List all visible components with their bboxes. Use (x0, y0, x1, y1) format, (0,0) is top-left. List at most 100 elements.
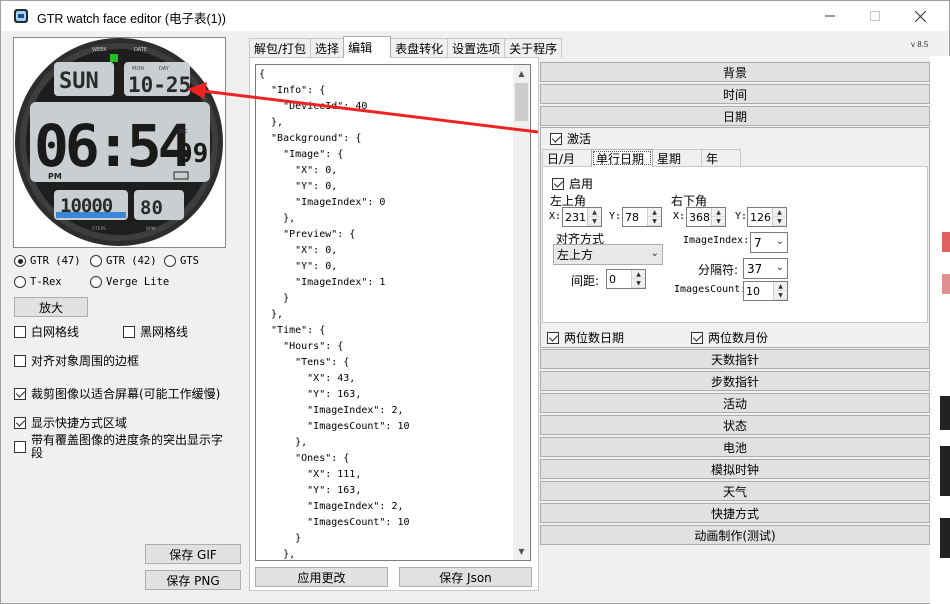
y2-value[interactable]: 126 (748, 211, 772, 224)
radio-trex-circle[interactable] (14, 276, 26, 288)
white-grid-option[interactable]: 白网格线 (14, 323, 79, 340)
tab-about[interactable]: 关于程序 (504, 38, 563, 58)
radio-trex-label: T-Rex (30, 276, 62, 288)
y2-stepper[interactable]: 126 ▲ ▼ (747, 207, 787, 227)
spacing-value[interactable]: 0 (607, 273, 631, 286)
radio-verge-lite[interactable]: Verge Lite (90, 276, 169, 288)
spacing-up-icon[interactable]: ▲ (632, 270, 645, 279)
black-grid-option[interactable]: 黑网格线 (123, 323, 188, 340)
tab-settings[interactable]: 设置选项 (447, 38, 506, 58)
y2-down-icon[interactable]: ▼ (773, 217, 786, 226)
separator-select[interactable]: 37 ⌄ (743, 258, 788, 279)
images-count-stepper[interactable]: 10 ▲ ▼ (743, 281, 788, 301)
radio-gtr47-circle[interactable] (14, 255, 26, 267)
save-gif-button[interactable]: 保存 GIF (145, 544, 241, 564)
scroll-down-icon[interactable]: ▼ (513, 543, 530, 560)
section-steps-hand-button[interactable]: 步数指针 (540, 371, 930, 391)
tab-select[interactable]: 选择 (310, 38, 345, 58)
tab-unpack[interactable]: 解包/打包 (249, 38, 312, 58)
section-day-hand-button[interactable]: 天数指针 (540, 349, 930, 369)
section-analog-clock-button[interactable]: 模拟时钟 (540, 459, 930, 479)
two-digit-day-checkbox[interactable] (547, 331, 559, 344)
crop-image-checkbox[interactable] (14, 387, 26, 400)
zoom-button[interactable]: 放大 (14, 297, 88, 317)
images-count-up-icon[interactable]: ▲ (774, 282, 787, 291)
json-editor[interactable]: { "Info": { "DeviceId": 40 }, "Backgroun… (255, 64, 531, 561)
version-label: v 8.5 (911, 40, 929, 49)
apply-changes-button[interactable]: 应用更改 (255, 567, 388, 587)
subtab-single-line-date[interactable]: 单行日期 (591, 149, 653, 167)
save-json-button[interactable]: 保存 Json (399, 567, 532, 587)
tab-edit[interactable]: 编辑 (343, 36, 392, 58)
scrollbar-thumb[interactable] (515, 83, 528, 121)
tab-convert[interactable]: 表盘转化 (390, 38, 449, 58)
minimize-button[interactable] (807, 1, 853, 31)
watch-preview[interactable]: WEEK DATE SUN MON DAY 10-25 06:54 SEC 09… (13, 37, 226, 248)
shortcuts-checkbox[interactable] (14, 416, 26, 429)
section-background-button[interactable]: 背景 (540, 62, 930, 82)
white-grid-checkbox[interactable] (14, 325, 26, 338)
x1-up-icon[interactable]: ▲ (588, 208, 601, 217)
radio-gtr47[interactable]: GTR (47) (14, 255, 81, 267)
image-index-select[interactable]: 7 ⌄ (750, 232, 788, 253)
activate-option[interactable]: 激活 (550, 130, 591, 147)
radio-verge-lite-circle[interactable] (90, 276, 102, 288)
alignment-select[interactable]: 左上方 ⌄ (553, 244, 663, 265)
crop-image-option[interactable]: 裁剪图像以适合屏幕(可能工作缓慢) (14, 385, 220, 402)
two-digit-month-option[interactable]: 两位数月份 (691, 329, 768, 346)
window-title: GTR watch face editor (电子表(1)) (37, 12, 226, 26)
spacing-down-icon[interactable]: ▼ (632, 279, 645, 288)
radio-gtr42[interactable]: GTR (42) (90, 255, 157, 267)
save-png-button[interactable]: 保存 PNG (145, 570, 241, 590)
section-time-button[interactable]: 时间 (540, 84, 930, 104)
y2-up-icon[interactable]: ▲ (773, 208, 786, 217)
close-button[interactable] (897, 1, 943, 31)
bpm-label: BPM (146, 226, 156, 232)
y1-stepper[interactable]: 78 ▲ ▼ (622, 207, 662, 227)
activate-checkbox[interactable] (550, 132, 562, 145)
maximize-button[interactable] (852, 1, 898, 31)
x2-up-icon[interactable]: ▲ (712, 208, 725, 217)
object-border-checkbox[interactable] (14, 354, 26, 367)
x1-stepper[interactable]: 231 ▲ ▼ (562, 207, 602, 227)
scroll-up-icon[interactable]: ▲ (513, 65, 530, 82)
section-animation-button[interactable]: 动画制作(测试) (540, 525, 930, 545)
enable-checkbox[interactable] (552, 177, 564, 190)
subtab-year[interactable]: 年 (701, 149, 741, 167)
images-count-value[interactable]: 10 (744, 285, 773, 298)
subtab-weekday[interactable]: 星期 (652, 149, 702, 167)
y1-up-icon[interactable]: ▲ (648, 208, 661, 217)
spacing-stepper[interactable]: 0 ▲ ▼ (606, 269, 646, 289)
x1-value[interactable]: 231 (563, 211, 587, 224)
radio-gts[interactable]: GTS (164, 255, 199, 267)
highlight-checkbox[interactable] (14, 441, 26, 453)
object-border-option[interactable]: 对齐对象周围的边框 (14, 352, 139, 369)
section-weather-button[interactable]: 天气 (540, 481, 930, 501)
weekday-text: SUN (59, 69, 99, 94)
y1-down-icon[interactable]: ▼ (648, 217, 661, 226)
x2-value[interactable]: 368 (687, 211, 711, 224)
section-activity-button[interactable]: 活动 (540, 393, 930, 413)
x2-down-icon[interactable]: ▼ (712, 217, 725, 226)
section-shortcuts-button[interactable]: 快捷方式 (540, 503, 930, 523)
subtab-day-month[interactable]: 日/月 (542, 149, 592, 167)
section-date-button[interactable]: 日期 (540, 106, 930, 126)
x1-down-icon[interactable]: ▼ (588, 217, 601, 226)
two-digit-month-checkbox[interactable] (691, 331, 703, 344)
radio-gts-circle[interactable] (164, 255, 176, 267)
images-count-down-icon[interactable]: ▼ (774, 291, 787, 300)
section-status-button[interactable]: 状态 (540, 415, 930, 435)
json-content[interactable]: { "Info": { "DeviceId": 40 }, "Backgroun… (259, 67, 410, 560)
shortcuts-option[interactable]: 显示快捷方式区域 (14, 414, 127, 431)
section-battery-button[interactable]: 电池 (540, 437, 930, 457)
x2-stepper[interactable]: 368 ▲ ▼ (686, 207, 726, 227)
radio-gtr42-circle[interactable] (90, 255, 102, 267)
y1-value[interactable]: 78 (623, 211, 647, 224)
day-label: DAY (159, 66, 170, 72)
json-scrollbar[interactable]: ▲ ▼ (513, 65, 530, 560)
black-grid-checkbox[interactable] (123, 325, 135, 338)
highlight-option[interactable]: 带有覆盖图像的进度条的突出显示字段 (14, 434, 229, 460)
two-digit-day-option[interactable]: 两位数日期 (547, 329, 624, 346)
radio-trex[interactable]: T-Rex (14, 276, 62, 288)
enable-option[interactable]: 启用 (552, 175, 593, 192)
